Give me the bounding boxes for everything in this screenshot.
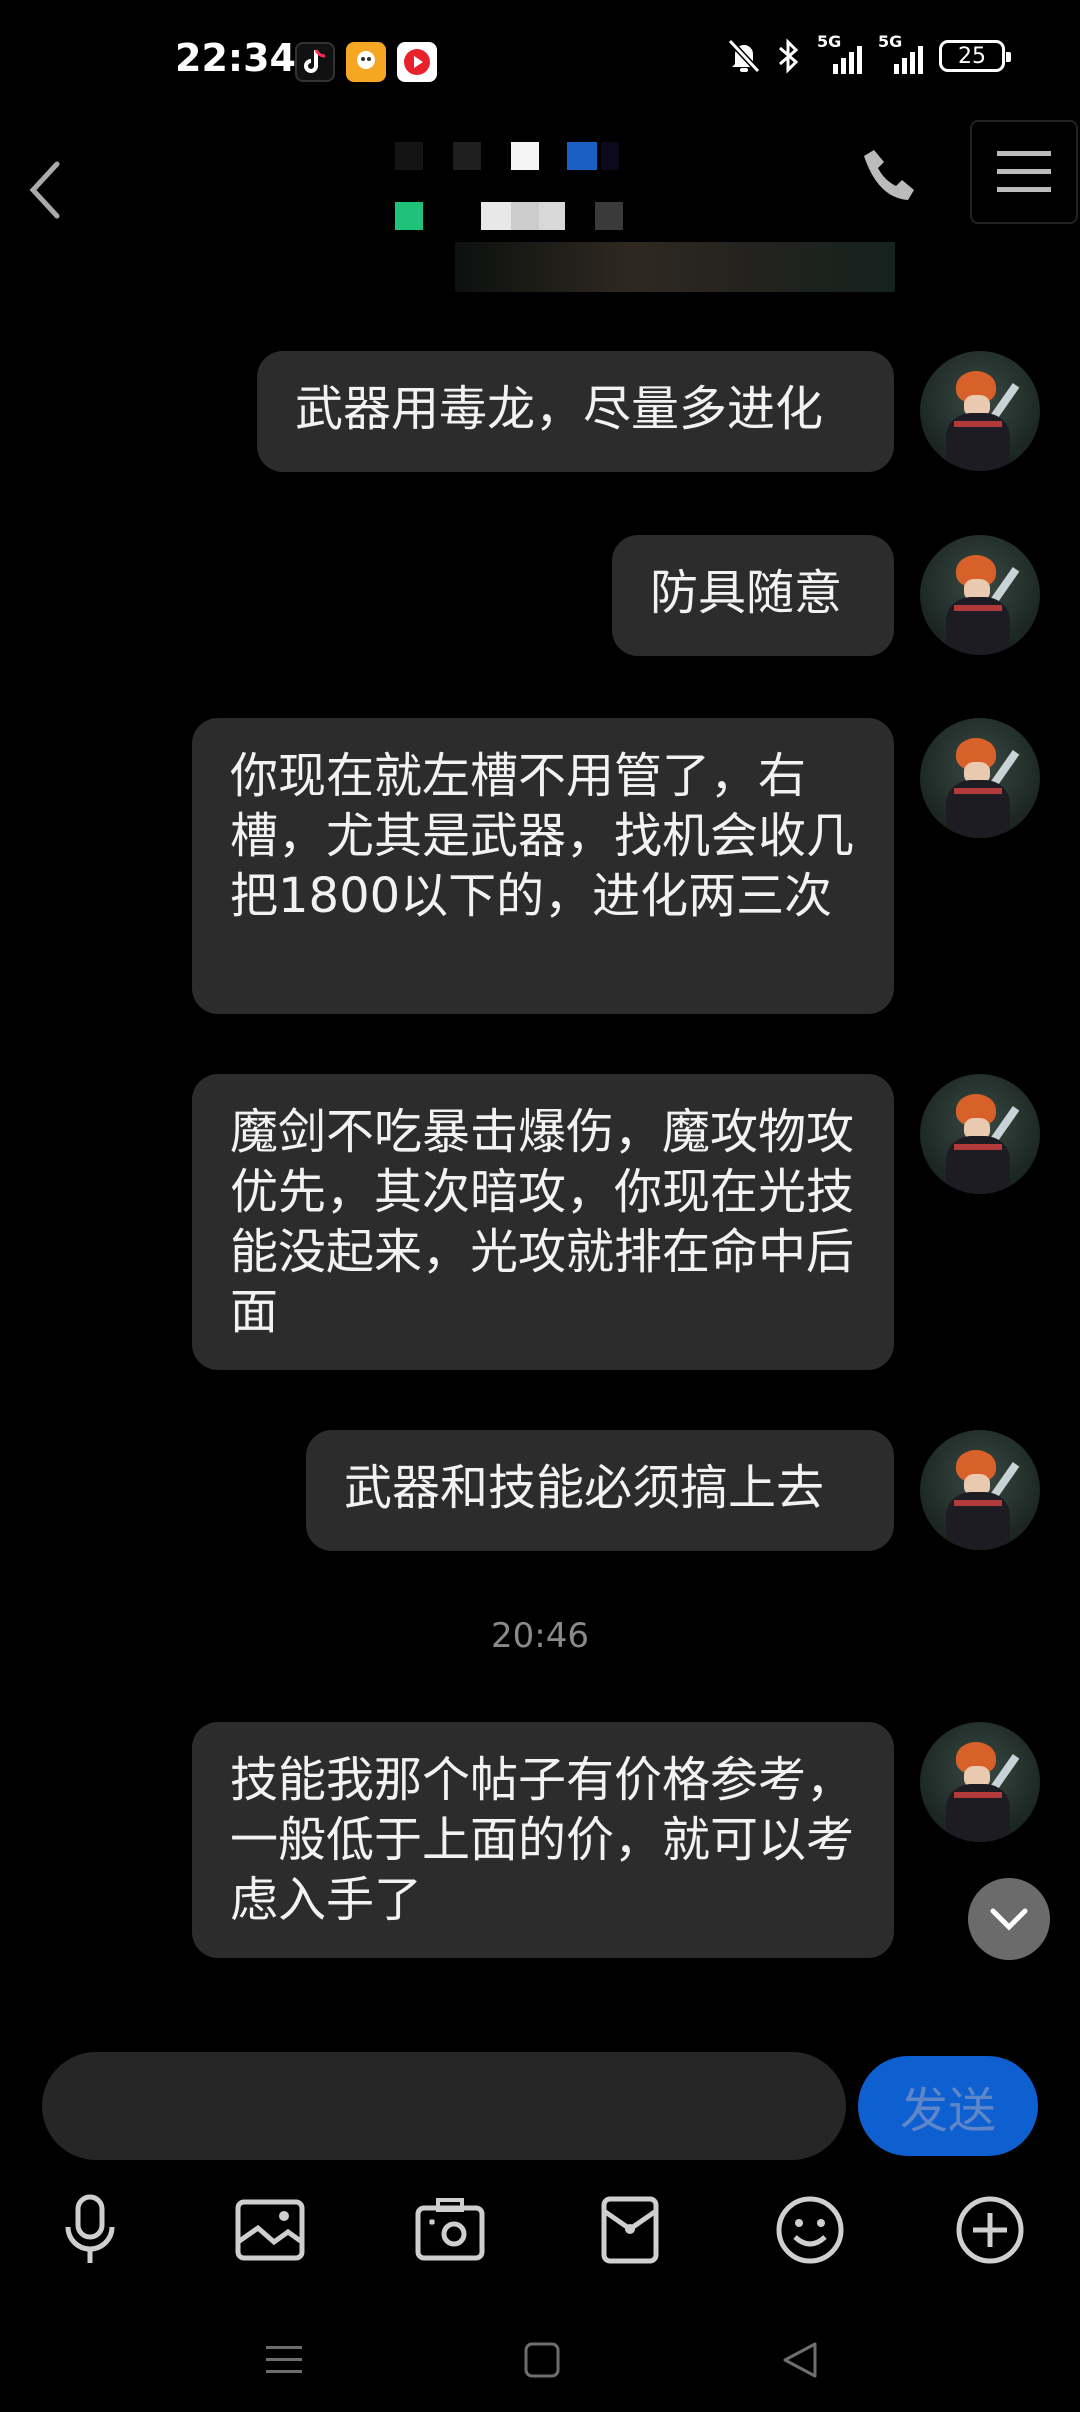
app-notification-icon [346,42,386,82]
video-notification-icon [397,42,437,82]
emoji-icon[interactable] [770,2190,850,2270]
status-indicators: 5G 5G 25 [727,32,1011,74]
mute-icon [727,38,761,74]
phone-icon [864,150,914,200]
back-button[interactable] [10,140,80,240]
avatar[interactable] [920,1074,1040,1194]
contact-name-obscured [395,142,635,172]
avatar[interactable] [920,1722,1040,1842]
status-time: 22:34 [175,36,296,80]
bluetooth-icon [777,38,801,74]
input-toolbar [0,2180,1080,2280]
signal-label: 5G [817,32,842,51]
avatar[interactable] [920,718,1040,838]
chat-screen: 22:34 5G 5G 25 武器用毒龙，尽量多进化 防具随意 你现在就左槽不用… [0,0,1080,2412]
message-bubble[interactable]: 武器和技能必须搞上去 [306,1430,894,1551]
battery-icon: 25 [939,40,1011,72]
shared-image-preview[interactable] [455,242,895,292]
call-button[interactable] [860,144,920,208]
system-nav-bar [0,2300,1080,2412]
message-row: 武器用毒龙，尽量多进化 [257,351,1040,472]
message-bubble[interactable]: 防具随意 [612,535,894,656]
chat-header [0,120,1080,300]
message-row: 技能我那个帖子有价格参考，一般低于上面的价，就可以考虑入手了 [192,1722,1040,1958]
battery-level: 25 [958,43,986,69]
chevron-down-icon [990,1908,1028,1931]
message-bubble[interactable]: 魔剑不吃暴击爆伤，魔攻物攻优先，其次暗攻，你现在光技能没起来，光攻就排在命中后面 [192,1074,894,1370]
red-packet-icon[interactable] [590,2190,670,2270]
message-row: 防具随意 [612,535,1040,656]
microphone-icon[interactable] [50,2190,130,2270]
message-row: 武器和技能必须搞上去 [306,1430,1040,1551]
avatar[interactable] [920,1430,1040,1550]
hamburger-icon [997,151,1051,192]
message-input[interactable] [42,2052,846,2160]
message-bubble[interactable]: 你现在就左槽不用管了，右槽，尤其是武器，找机会收几把1800以下的，进化两三次 [192,718,894,1014]
more-menu-button[interactable] [970,120,1078,224]
contact-subtitle-obscured [395,202,635,232]
message-row: 魔剑不吃暴击爆伤，魔攻物攻优先，其次暗攻，你现在光技能没起来，光攻就排在命中后面 [192,1074,1040,1370]
avatar[interactable] [920,351,1040,471]
message-bubble[interactable]: 武器用毒龙，尽量多进化 [257,351,894,472]
camera-icon[interactable] [410,2190,490,2270]
signal-5g-icon: 5G [817,32,862,74]
message-row: 你现在就左槽不用管了，右槽，尤其是武器，找机会收几把1800以下的，进化两三次 [192,718,1040,1014]
signal-label: 5G [878,32,903,51]
avatar[interactable] [920,535,1040,655]
chevron-left-icon [29,161,60,219]
recent-apps-icon[interactable] [254,2330,314,2390]
home-icon[interactable] [512,2330,572,2390]
send-button[interactable]: 发送 [858,2056,1038,2156]
plus-icon[interactable] [950,2190,1030,2270]
signal-5g-secondary-icon: 5G [878,32,923,74]
image-icon[interactable] [230,2190,310,2270]
tiktok-notification-icon [295,42,335,82]
message-bubble[interactable]: 技能我那个帖子有价格参考，一般低于上面的价，就可以考虑入手了 [192,1722,894,1958]
back-nav-icon[interactable] [770,2330,830,2390]
scroll-to-bottom-button[interactable] [968,1878,1050,1960]
status-bar: 22:34 5G 5G 25 [0,0,1080,120]
message-timestamp: 20:46 [491,1616,589,1656]
